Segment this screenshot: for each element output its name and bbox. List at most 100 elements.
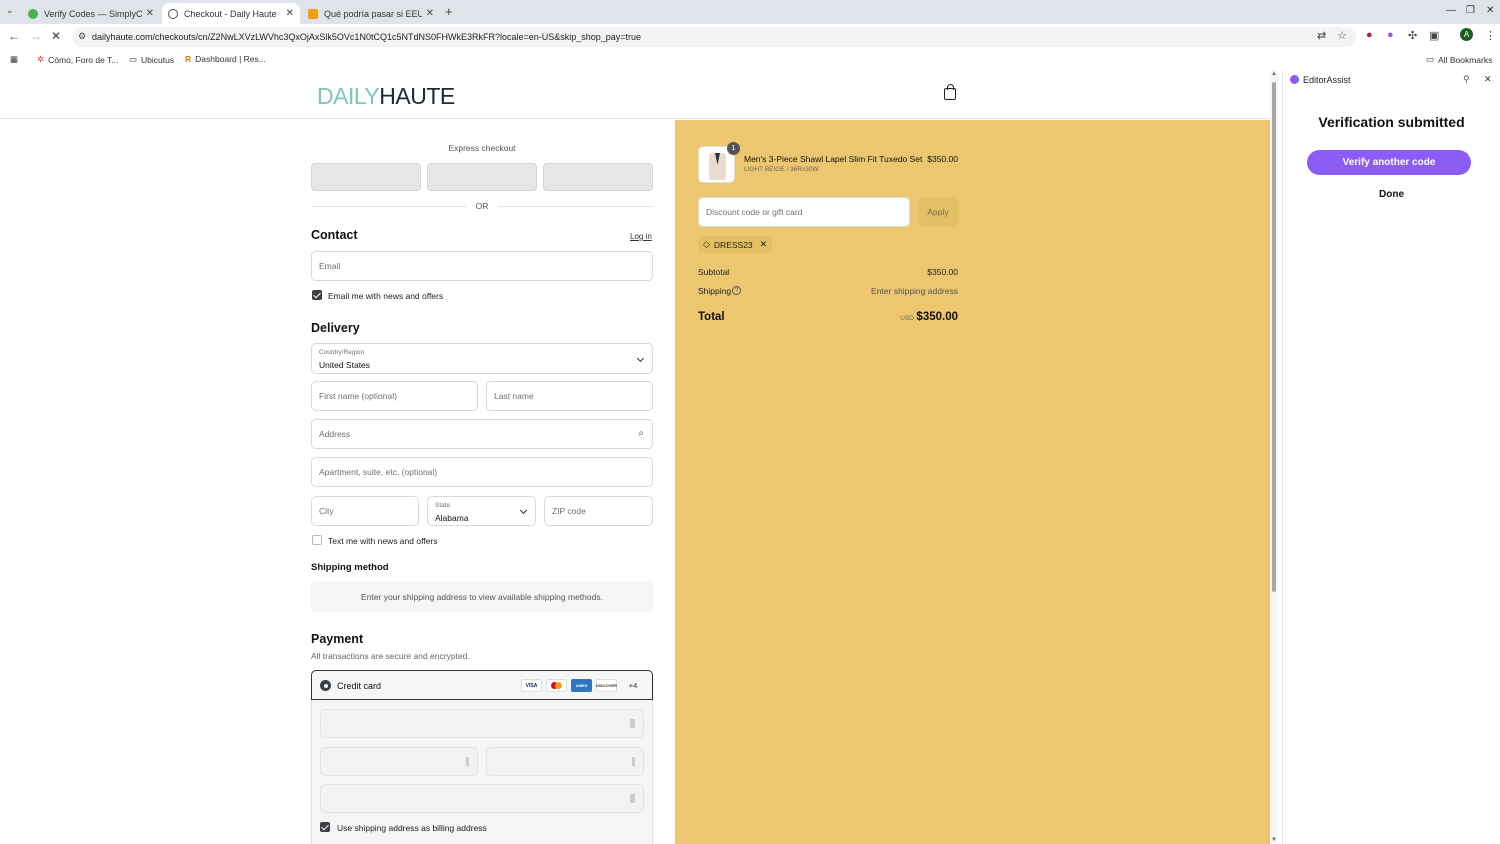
- done-button[interactable]: Done: [1283, 189, 1500, 200]
- name-on-card-field[interactable]: [320, 784, 644, 813]
- menu-icon[interactable]: ⋮: [1485, 29, 1496, 42]
- express-pay-button-3[interactable]: [543, 163, 653, 191]
- payment-heading: Payment: [311, 632, 364, 646]
- address-bar[interactable]: ⚙ dailyhaute.com/checkouts/cn/Z2NwLXVzLW…: [72, 27, 1356, 47]
- field-icon: [466, 757, 469, 766]
- close-panel-icon[interactable]: ✕: [1484, 74, 1492, 85]
- tab-checkout[interactable]: Checkout - Daily Haute ✕: [162, 3, 300, 24]
- shipping-label: Shipping: [698, 286, 732, 296]
- total-value: $350.00: [916, 311, 958, 323]
- help-icon[interactable]: ?: [732, 286, 741, 295]
- scrollbar-thumb[interactable]: [1272, 82, 1276, 592]
- tab-verify-codes[interactable]: Verify Codes — SimplyCodes ✕: [22, 3, 160, 24]
- express-pay-button-2[interactable]: [427, 163, 537, 191]
- bookmark-label: Cómo, Foro de T...: [48, 54, 119, 65]
- apartment-field[interactable]: Apartment, suite, etc. (optional): [311, 457, 653, 487]
- simplycodes-favicon-icon: [28, 8, 38, 19]
- country-select[interactable]: Country/Region United States: [311, 343, 653, 374]
- lock-icon: [630, 719, 635, 728]
- editorassist-extension-icon[interactable]: ●: [1387, 29, 1394, 41]
- star-icon[interactable]: ☆: [1337, 29, 1347, 42]
- search-icon: ⌕: [638, 428, 644, 439]
- store-header: DAILYHAUTE: [0, 71, 1270, 119]
- address-field[interactable]: Address ⌕: [311, 419, 653, 449]
- side-panel-icon[interactable]: ▣: [1429, 29, 1439, 42]
- restore-icon[interactable]: ❐: [1466, 5, 1475, 16]
- billing-same-label: Use shipping address as billing address: [337, 823, 487, 833]
- cvv-field[interactable]: [486, 747, 644, 776]
- amex-icon: AMEX: [571, 679, 592, 692]
- store-logo[interactable]: DAILYHAUTE: [317, 83, 455, 110]
- state-value: Alabama: [435, 513, 469, 523]
- state-label: State: [435, 502, 451, 509]
- or-separator: OR: [466, 201, 498, 211]
- city-field[interactable]: City: [311, 496, 419, 526]
- visa-icon: VISA: [521, 679, 542, 692]
- scroll-up-icon[interactable]: ▲: [1271, 71, 1277, 77]
- discount-input[interactable]: Discount code or gift card: [698, 197, 910, 227]
- sms-checkbox[interactable]: [312, 535, 322, 545]
- folder-icon: ▭: [1426, 54, 1435, 64]
- bookmark-item[interactable]: R Dashboard | Res...: [185, 54, 266, 64]
- bookmark-label: Ubicutus: [141, 54, 175, 65]
- forward-icon[interactable]: →: [30, 29, 42, 43]
- unpin-icon[interactable]: ⚲: [1463, 74, 1470, 85]
- radio-selected[interactable]: [320, 680, 331, 691]
- discover-icon: DISCOVER: [596, 679, 617, 692]
- bookmark-folder[interactable]: ▭ Ubicutus: [129, 54, 174, 65]
- extensions-puzzle-icon[interactable]: ✣: [1408, 29, 1417, 42]
- close-icon[interactable]: ✕: [286, 8, 294, 19]
- bookmark-favicon-icon: ✲: [37, 54, 45, 64]
- card-number-field[interactable]: [320, 709, 644, 738]
- state-select[interactable]: State Alabama: [427, 496, 536, 526]
- login-link[interactable]: Log in: [630, 232, 652, 241]
- all-bookmarks[interactable]: ▭ All Bookmarks: [1426, 54, 1492, 65]
- all-bookmarks-label: All Bookmarks: [1438, 54, 1493, 65]
- extension-shield-icon[interactable]: ●: [1366, 29, 1373, 41]
- bookmark-item[interactable]: ✲ Cómo, Foro de T...: [37, 54, 118, 65]
- apply-button[interactable]: Apply: [918, 197, 958, 227]
- discount-code: DRESS23: [713, 239, 753, 250]
- subtotal-value: $350.00: [927, 267, 958, 277]
- last-name-field[interactable]: Last name: [486, 381, 653, 411]
- scroll-down-icon[interactable]: ▼: [1271, 837, 1277, 843]
- close-icon[interactable]: ✕: [426, 8, 434, 19]
- profile-avatar[interactable]: A: [1460, 28, 1473, 41]
- field-icon: [632, 757, 635, 766]
- tab-title: Checkout - Daily Haute: [184, 8, 277, 19]
- credit-card-label: Credit card: [337, 681, 382, 691]
- close-icon[interactable]: ✕: [146, 8, 154, 19]
- newsletter-label: Email me with news and offers: [328, 291, 444, 301]
- tab-title: Verify Codes — SimplyCodes: [44, 8, 142, 19]
- back-icon[interactable]: ←: [8, 29, 20, 43]
- billing-same-checkbox[interactable]: [320, 822, 330, 832]
- newsletter-checkbox[interactable]: [312, 290, 322, 300]
- chevron-down-icon: [636, 354, 645, 362]
- url-text: dailyhaute.com/checkouts/cn/Z2NwLXVzLWVh…: [92, 32, 642, 42]
- news-favicon-icon: [308, 8, 318, 19]
- expiry-field[interactable]: [320, 747, 478, 776]
- apps-icon[interactable]: ▦: [10, 54, 18, 65]
- tab-search-icon[interactable]: ⌄: [6, 5, 14, 16]
- translate-icon[interactable]: ⇄: [1317, 29, 1326, 42]
- shipping-value: Enter shipping address: [871, 286, 958, 296]
- stop-icon[interactable]: ✕: [51, 29, 61, 43]
- express-checkout-label: Express checkout: [448, 143, 516, 153]
- first-name-field[interactable]: First name (optional): [311, 381, 478, 411]
- window-close-icon[interactable]: ✕: [1486, 5, 1494, 16]
- email-field[interactable]: Email: [311, 251, 653, 281]
- tab-news[interactable]: Qué podría pasar si EEUU a ✕: [302, 3, 440, 24]
- site-info-icon[interactable]: ⚙: [78, 31, 86, 42]
- express-pay-button-1[interactable]: [311, 163, 421, 191]
- remove-discount-icon[interactable]: ✕: [760, 239, 768, 250]
- tab-title: Qué podría pasar si EEUU a: [324, 8, 422, 19]
- loading-icon: [168, 8, 178, 19]
- page-scrollbar[interactable]: ▲ ▼: [1270, 70, 1278, 844]
- minimize-icon[interactable]: —: [1446, 5, 1456, 16]
- verification-title: Verification submitted: [1318, 114, 1465, 130]
- verify-another-button[interactable]: Verify another code: [1307, 150, 1471, 175]
- shopping-bag-icon[interactable]: [944, 84, 956, 100]
- logo-part1: DAILY: [317, 83, 380, 109]
- new-tab-icon[interactable]: +: [445, 4, 453, 19]
- zip-field[interactable]: ZIP code: [544, 496, 653, 526]
